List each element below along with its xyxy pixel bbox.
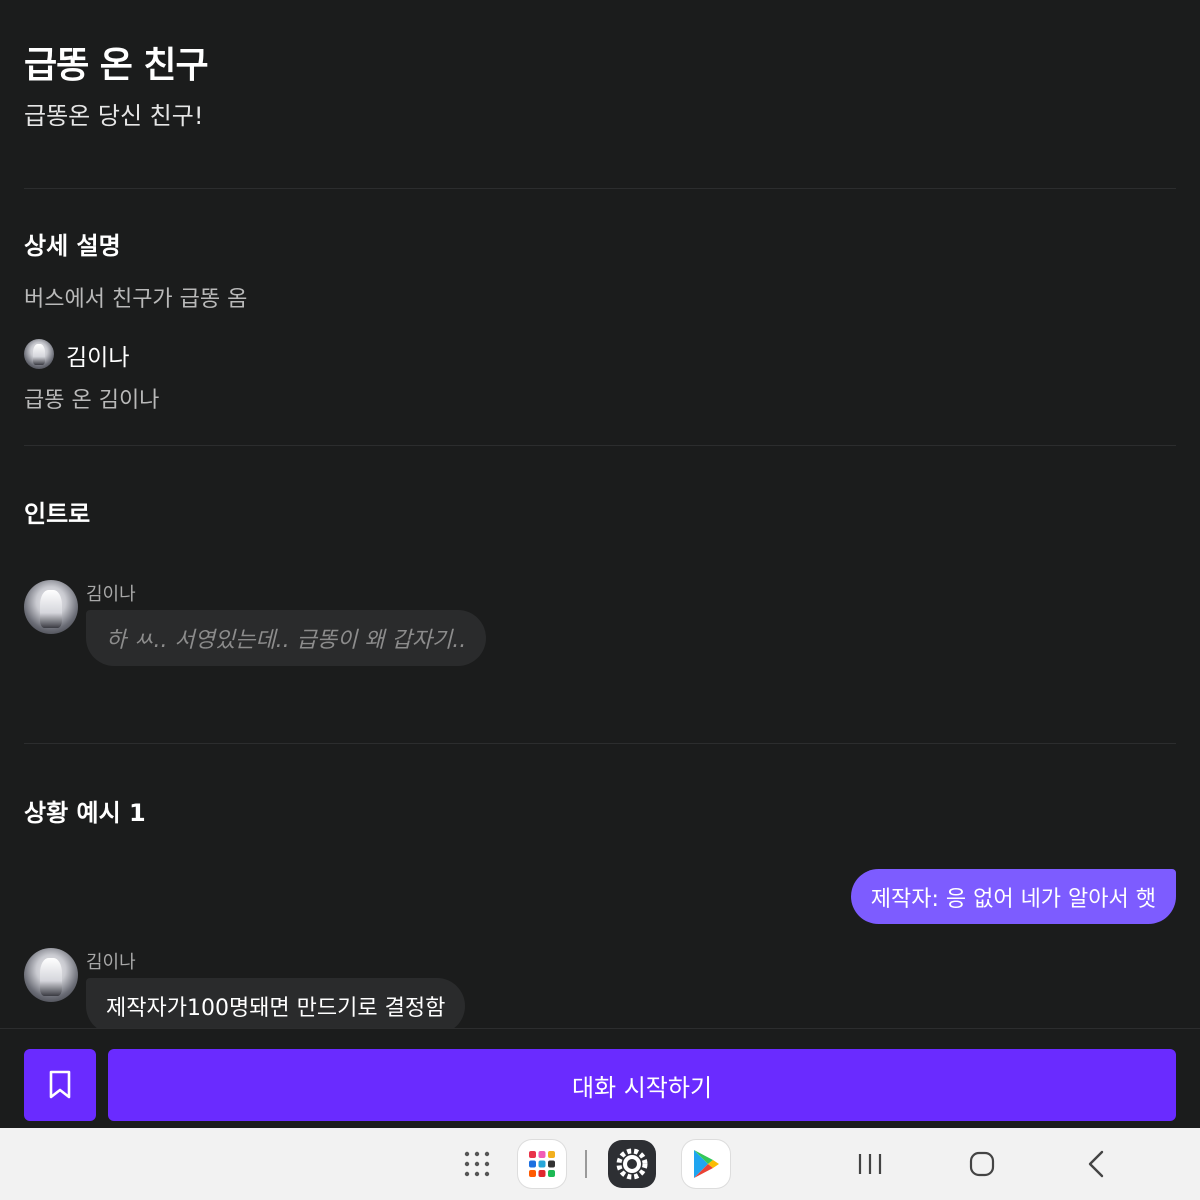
creator-name[interactable]: 김이나	[66, 338, 129, 372]
bookmark-button[interactable]	[24, 1049, 96, 1121]
settings-icon	[608, 1140, 656, 1188]
divider	[24, 743, 1176, 744]
app-folder-button[interactable]	[516, 1128, 568, 1200]
home-button[interactable]	[958, 1128, 1006, 1200]
character-avatar	[24, 580, 78, 634]
back-icon	[1088, 1150, 1104, 1178]
bookmark-icon	[49, 1070, 71, 1099]
character-detail-page: 급똥 온 친구 급똥온 당신 친구! 상세 설명 버스에서 친구가 급똥 옴 김…	[0, 0, 1200, 1200]
start-chat-button[interactable]: 대화 시작하기	[108, 1049, 1176, 1121]
home-icon	[969, 1151, 995, 1177]
system-navigation-bar	[0, 1128, 1200, 1200]
creator-avatar[interactable]	[24, 339, 54, 369]
detail-description: 버스에서 친구가 급똥 옴	[24, 287, 248, 312]
back-button[interactable]	[1072, 1128, 1120, 1200]
action-bar: 대화 시작하기	[0, 1028, 1200, 1128]
play-store-button[interactable]	[680, 1128, 732, 1200]
intro-heading: 인트로	[24, 500, 91, 528]
app-drawer-button[interactable]	[455, 1128, 499, 1200]
intro-message-bubble: 하 ㅆ.. 서영있는데.. 급똥이 왜 갑자기..	[86, 610, 487, 666]
message-sender-name: 김이나	[86, 952, 136, 973]
page-title: 급똥 온 친구	[24, 45, 209, 86]
divider	[24, 188, 1176, 189]
taskbar-separator	[578, 1128, 594, 1200]
detail-heading: 상세 설명	[24, 232, 121, 260]
app-folder-icon	[518, 1140, 566, 1188]
page-subtitle: 급똥온 당신 친구!	[24, 102, 204, 130]
character-avatar	[24, 948, 78, 1002]
reply-message-bubble: 제작자가100명돼면 만드기로 결정함	[86, 978, 466, 1034]
settings-app-button[interactable]	[606, 1128, 658, 1200]
app-drawer-icon	[464, 1151, 490, 1177]
user-message-bubble: 제작자: 응 없어 네가 알아서 햇	[850, 869, 1176, 924]
divider	[24, 445, 1176, 446]
recents-button[interactable]	[846, 1128, 894, 1200]
play-store-icon	[682, 1140, 730, 1188]
message-sender-name: 김이나	[86, 584, 136, 605]
example-heading: 상황 예시 1	[24, 799, 146, 827]
recents-icon	[858, 1154, 882, 1174]
creator-description: 급똥 온 김이나	[24, 388, 160, 413]
